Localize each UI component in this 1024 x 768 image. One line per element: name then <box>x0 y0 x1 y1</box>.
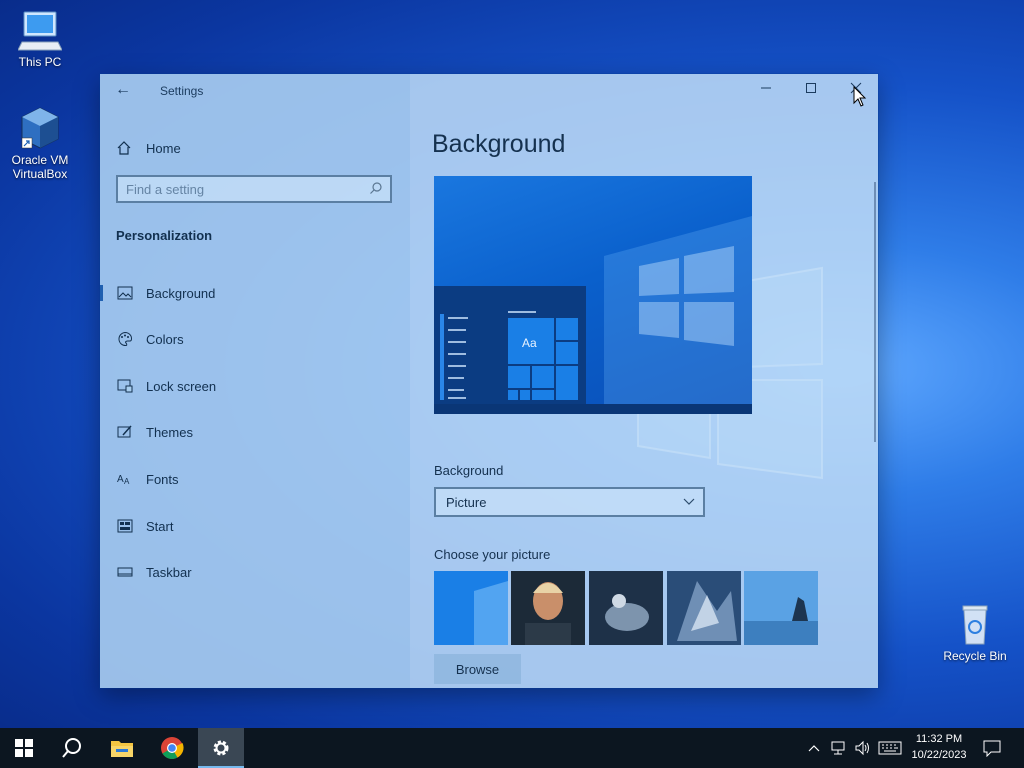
back-arrow-icon[interactable]: ← <box>112 80 134 100</box>
content-scrollbar[interactable] <box>874 182 876 442</box>
start-button[interactable] <box>0 728 48 768</box>
svg-text:A: A <box>117 474 124 485</box>
mouse-cursor-icon <box>853 86 867 107</box>
preview-sample-text: Aa <box>522 336 537 350</box>
browse-button[interactable]: Browse <box>434 654 521 684</box>
tray-volume[interactable] <box>852 728 874 768</box>
preview-taskbar <box>434 404 752 414</box>
recycle-bin-icon <box>962 605 988 645</box>
desktop-icon-label: Recycle Bin <box>943 649 1007 663</box>
lock-screen-icon <box>116 378 134 394</box>
desktop-icon-virtualbox[interactable]: Oracle VM VirtualBox <box>0 106 80 181</box>
volume-icon <box>855 740 869 756</box>
taskbar-chrome[interactable] <box>148 728 196 768</box>
picture-thumbnail-4[interactable] <box>667 571 741 645</box>
sidebar-item-colors[interactable]: Colors <box>100 325 410 353</box>
chevron-down-icon <box>683 498 695 505</box>
sidebar-item-label: Colors <box>146 331 184 347</box>
picture-thumbnail-2[interactable] <box>511 571 585 645</box>
desktop-icon-recycle-bin[interactable]: Recycle Bin <box>935 602 1015 663</box>
tray-keyboard[interactable] <box>876 728 904 768</box>
preview-start-menu: Aa <box>434 286 586 414</box>
sidebar-item-label: Background <box>146 285 216 301</box>
sidebar-item-label: Fonts <box>146 471 179 487</box>
taskbar-file-explorer[interactable] <box>98 728 146 768</box>
search-icon <box>370 182 382 194</box>
tray-show-hidden[interactable] <box>805 728 823 768</box>
keyboard-icon <box>878 741 902 755</box>
taskbar-icon <box>116 564 134 580</box>
clock-date: 10/22/2023 <box>911 749 967 761</box>
choose-picture-label: Choose your picture <box>434 547 551 562</box>
window-title: Settings <box>160 84 204 98</box>
sidebar-item-lock-screen[interactable]: Lock screen <box>100 372 410 400</box>
minimize-button[interactable] <box>746 78 786 102</box>
chevron-up-icon <box>808 745 820 752</box>
notifications-icon <box>983 740 1001 757</box>
settings-icon <box>213 740 229 756</box>
start-icon <box>15 739 33 757</box>
nav-home-label: Home <box>146 140 181 156</box>
sidebar-item-themes[interactable]: Themes <box>100 418 410 446</box>
taskbar-settings[interactable] <box>198 728 244 768</box>
tray-network[interactable] <box>828 728 850 768</box>
palette-icon <box>116 331 134 347</box>
maximize-icon <box>806 83 816 93</box>
taskbar: 11:32 PM 10/22/2023 <box>0 728 1024 768</box>
network-icon <box>831 741 845 755</box>
settings-window: ← Settings Home Personalization Backgrou… <box>100 74 878 688</box>
sidebar-item-background[interactable]: Background <box>100 279 410 307</box>
search-icon <box>62 738 81 758</box>
background-type-dropdown[interactable]: Picture <box>434 487 705 517</box>
desktop-icon-this-pc[interactable]: This PC <box>0 10 80 69</box>
background-type-label: Background <box>434 463 504 478</box>
dropdown-value: Picture <box>446 495 487 510</box>
maximize-button[interactable] <box>791 78 831 102</box>
themes-icon <box>116 424 134 440</box>
sidebar-item-fonts[interactable]: AA Fonts <box>100 465 410 493</box>
sidebar-item-label: Taskbar <box>146 564 192 580</box>
file-explorer-icon <box>111 741 133 757</box>
section-title: Personalization <box>116 228 213 243</box>
nav-home[interactable]: Home <box>116 136 181 160</box>
settings-search-box[interactable] <box>116 175 392 203</box>
search-input[interactable] <box>126 181 366 197</box>
computer-icon <box>18 11 62 51</box>
sidebar-item-label: Lock screen <box>146 378 217 394</box>
sidebar-item-taskbar[interactable]: Taskbar <box>100 558 410 586</box>
title-bar[interactable]: ← Settings <box>100 74 878 106</box>
preview-start-tiles <box>440 311 578 400</box>
chrome-icon <box>161 737 184 759</box>
tray-notifications[interactable] <box>978 728 1006 768</box>
sidebar-item-start[interactable]: Start <box>100 512 410 540</box>
start-icon <box>116 518 134 534</box>
taskbar-search-button[interactable] <box>48 728 96 768</box>
virtualbox-icon <box>21 107 59 149</box>
home-icon <box>117 141 131 155</box>
desktop-icon-label: Oracle VM VirtualBox <box>11 153 69 181</box>
picture-thumbnail-3[interactable] <box>589 571 663 645</box>
picture-thumbnail-1[interactable] <box>434 571 508 645</box>
clock-time: 11:32 PM <box>915 733 963 745</box>
minimize-icon <box>761 87 771 89</box>
background-preview: Aa <box>434 176 752 414</box>
svg-text:A: A <box>124 477 130 486</box>
page-title: Background <box>432 130 566 158</box>
sidebar-item-label: Start <box>146 518 174 534</box>
tray-clock[interactable]: 11:32 PM 10/22/2023 <box>904 731 974 763</box>
picture-thumbnail-5[interactable] <box>744 571 818 645</box>
desktop-icon-label: This PC <box>18 55 62 69</box>
picture-icon <box>116 285 134 301</box>
sidebar-item-label: Themes <box>146 424 193 440</box>
fonts-icon: AA <box>116 471 134 487</box>
